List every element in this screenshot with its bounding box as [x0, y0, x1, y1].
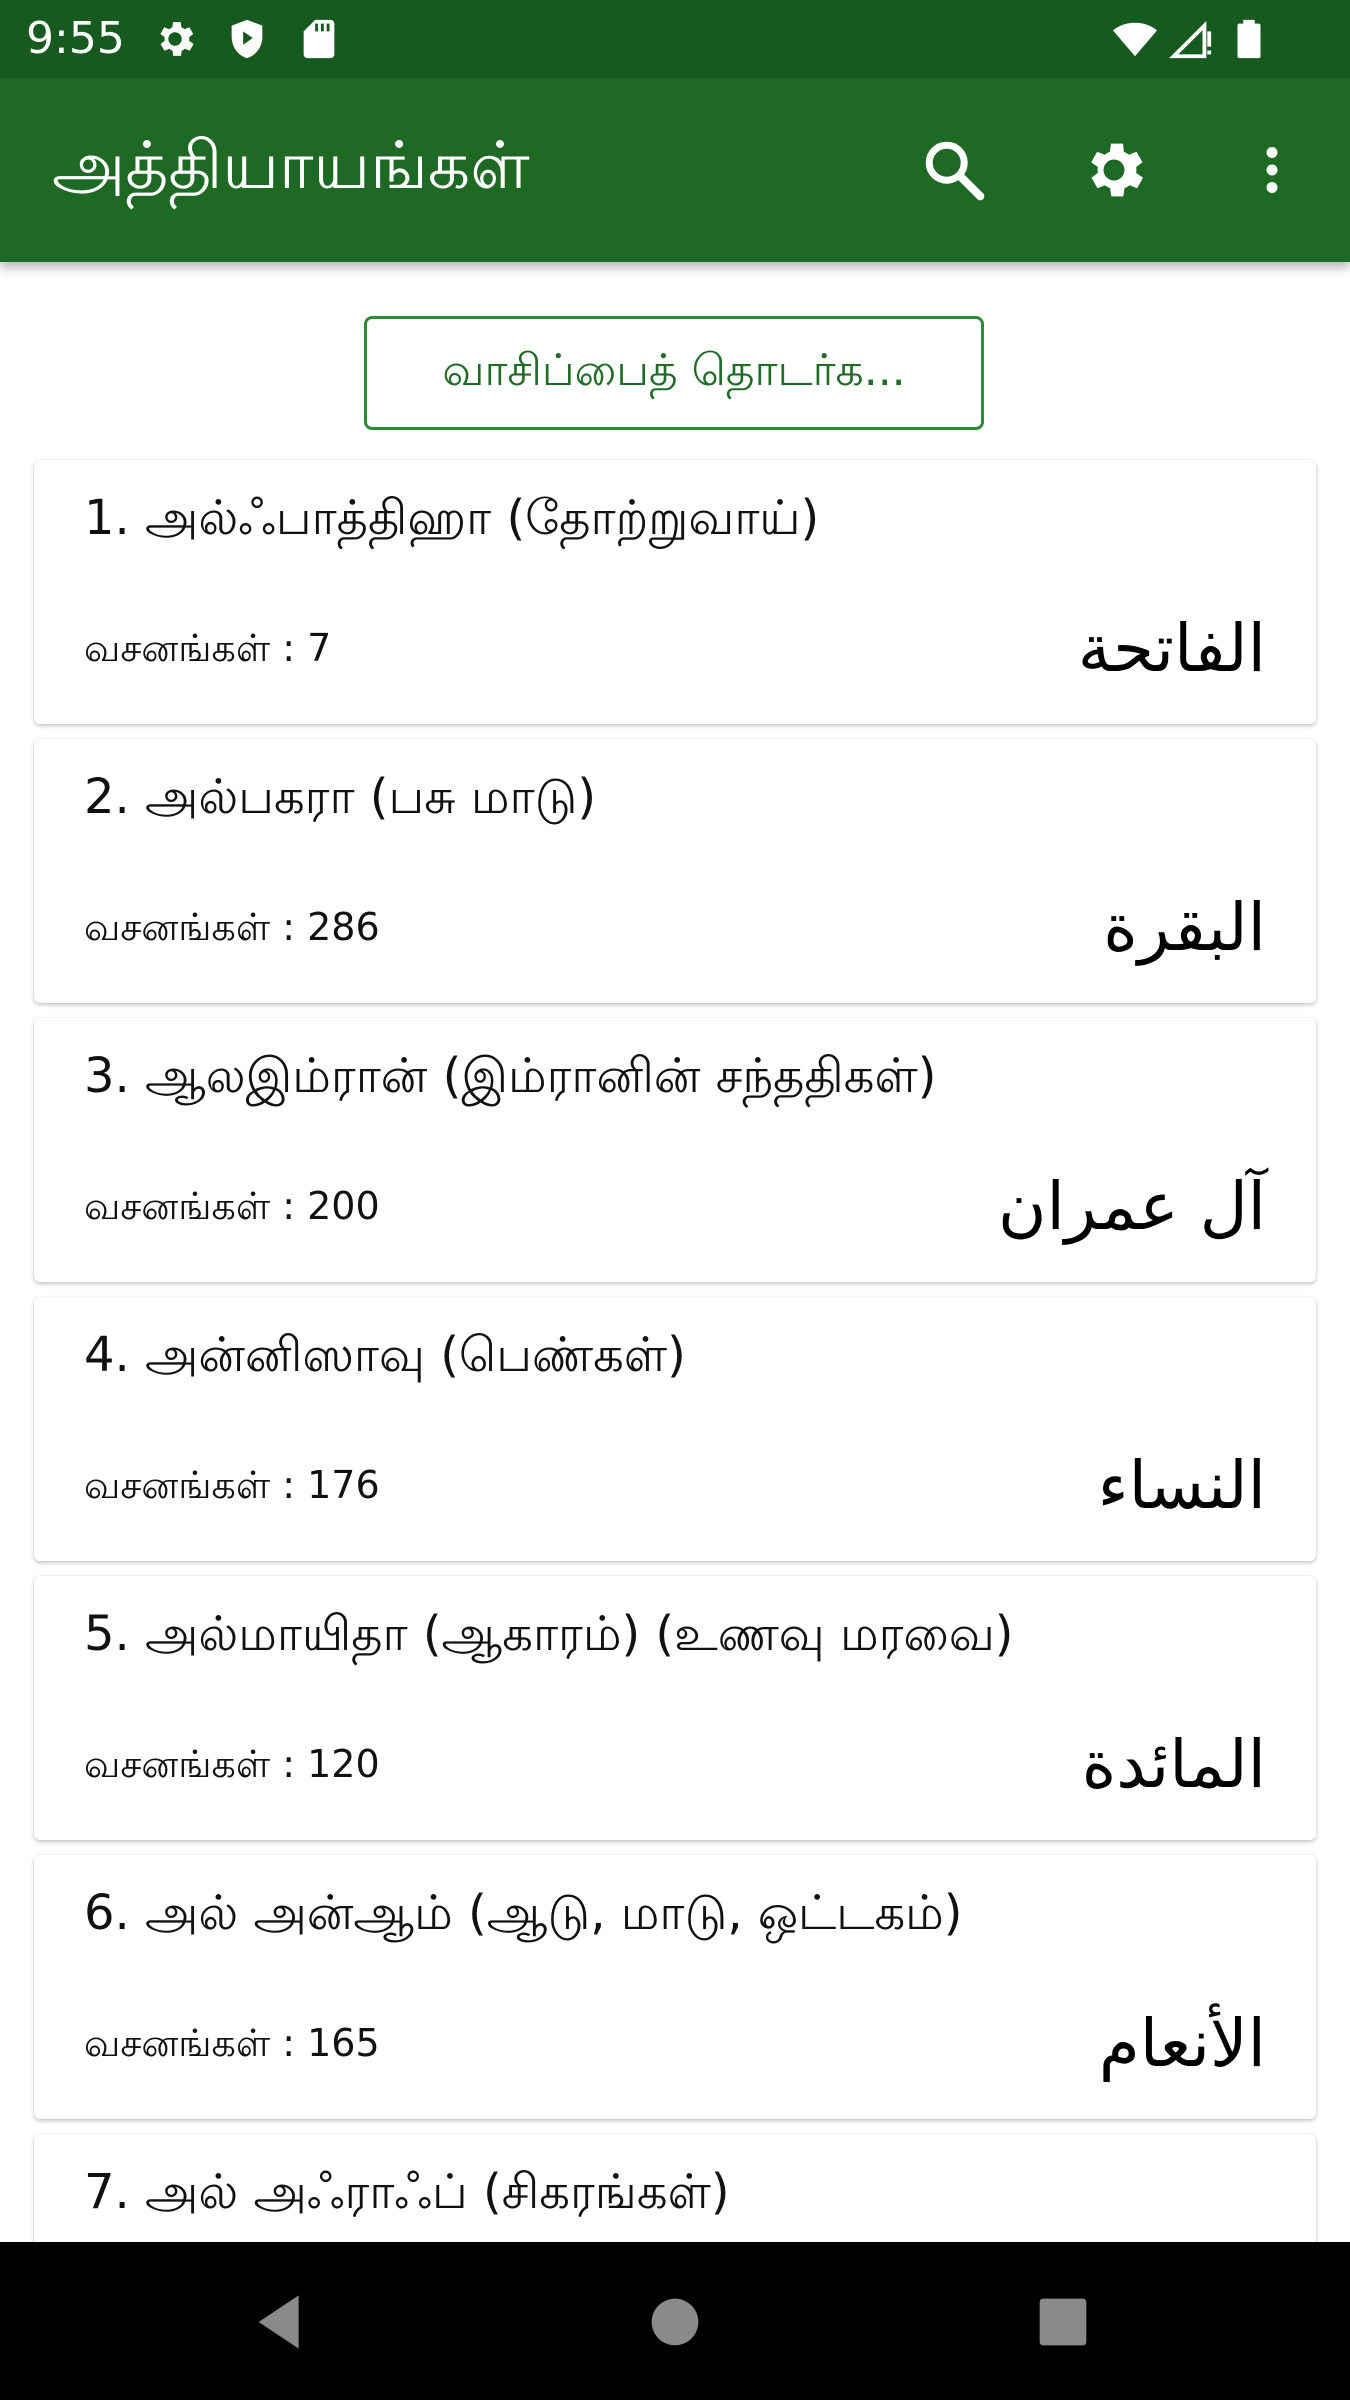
navigation-bar [0, 2242, 1350, 2400]
continue-reading-button[interactable]: வாசிப்பைத் தொடர்க... [364, 316, 984, 430]
verse-count: வசனங்கள் : 165 [84, 2021, 380, 2065]
search-button[interactable] [914, 130, 994, 210]
search-icon [925, 141, 985, 201]
chapter-title: 5. அல்மாயிதா (ஆகாரம்) (உணவு மரவை) [84, 1606, 1014, 1662]
chapter-title: 3. ஆலஇம்ரான் (இம்ரானின் சந்ததிகள்) [84, 1048, 937, 1104]
settings-gear-icon [160, 22, 194, 56]
chapter-arabic-name: النساء [1097, 1447, 1266, 1524]
verse-count: வசனங்கள் : 176 [84, 1463, 380, 1507]
chapter-title: 6. அல் அன்ஆம் (ஆடு, மாடு, ஒட்டகம்) [84, 1885, 963, 1941]
chapter-card[interactable]: 6. அல் அன்ஆம் (ஆடு, மாடு, ஒட்டகம்) வசனங்… [34, 1855, 1316, 2119]
chapter-card[interactable]: 3. ஆலஇம்ரான் (இம்ரானின் சந்ததிகள்) வசனங்… [34, 1018, 1316, 1282]
chapter-card[interactable]: 1. அல்ஃபாத்திஹா (தோற்றுவாய்) வசனங்கள் : … [34, 460, 1316, 724]
wifi-icon [1112, 22, 1158, 57]
chapter-arabic-name: آل عمران [997, 1168, 1266, 1245]
chapter-card[interactable]: 7. அல் அஃராஃப் (சிகரங்கள்) [34, 2134, 1316, 2242]
page-title: அத்தியாயங்கள் [52, 127, 530, 204]
chapter-list-container[interactable]: வாசிப்பைத் தொடர்க... 1. அல்ஃபாத்திஹா (தோ… [0, 262, 1350, 2242]
more-vert-icon [1266, 147, 1278, 193]
chapter-card[interactable]: 5. அல்மாயிதா (ஆகாரம்) (உணவு மரவை) வசனங்க… [34, 1576, 1316, 1840]
signal-icon [1169, 20, 1212, 59]
sd-card-icon [303, 19, 335, 59]
home-icon[interactable] [635, 2282, 715, 2362]
chapter-title: 2. அல்பகரா (பசு மாடு) [84, 769, 597, 825]
chapter-arabic-name: الأنعام [1098, 2005, 1266, 2082]
settings-icon [1091, 143, 1144, 197]
verse-count: வசனங்கள் : 200 [84, 1184, 380, 1228]
battery-icon [1237, 19, 1261, 59]
app-bar: அத்தியாயங்கள் [0, 78, 1350, 262]
chapter-title: 1. அல்ஃபாத்திஹா (தோற்றுவாய்) [84, 490, 820, 546]
verse-count: வசனங்கள் : 286 [84, 905, 380, 949]
recents-icon[interactable] [1023, 2282, 1103, 2362]
back-icon[interactable] [242, 2282, 322, 2362]
chapter-arabic-name: المائدة [1081, 1726, 1266, 1803]
settings-button[interactable] [1074, 130, 1154, 210]
verse-count: வசனங்கள் : 120 [84, 1742, 380, 1786]
shield-icon [231, 19, 263, 59]
chapter-card[interactable]: 4. அன்னிஸாவு (பெண்கள்) வசனங்கள் : 176 ال… [34, 1297, 1316, 1561]
chapter-arabic-name: البقرة [1103, 889, 1266, 966]
chapter-title: 4. அன்னிஸாவு (பெண்கள்) [84, 1327, 686, 1383]
verse-count: வசனங்கள் : 7 [84, 626, 332, 670]
chapter-title: 7. அல் அஃராஃப் (சிகரங்கள்) [84, 2164, 730, 2220]
status-bar: 9:55 [0, 0, 1350, 78]
chapter-arabic-name: الفاتحة [1077, 610, 1266, 687]
chapter-card[interactable]: 2. அல்பகரா (பசு மாடு) வசனங்கள் : 286 الب… [34, 739, 1316, 1003]
status-time: 9:55 [26, 13, 125, 64]
more-options-button[interactable] [1232, 130, 1312, 210]
